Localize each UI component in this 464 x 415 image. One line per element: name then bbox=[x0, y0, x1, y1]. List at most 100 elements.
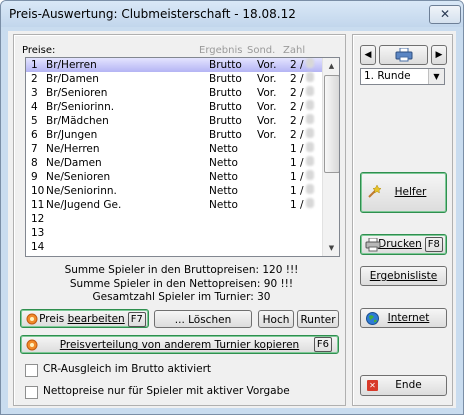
wand-icon bbox=[368, 185, 381, 198]
redacted-value bbox=[306, 156, 314, 166]
list-item-num: 8 bbox=[31, 157, 38, 169]
list-item-count: 1 / bbox=[290, 171, 304, 183]
list-item-name: Br/Seniorinn. bbox=[46, 101, 115, 113]
window-title: Preis-Auswertung: Clubmeisterschaft - 18… bbox=[9, 7, 296, 21]
list-item-result: Netto bbox=[209, 185, 238, 197]
print-button[interactable]: Drucken F8 bbox=[360, 234, 447, 255]
list-item-num: 2 bbox=[31, 73, 38, 85]
prize-icon bbox=[26, 313, 38, 325]
next-round-button[interactable]: ▶ bbox=[431, 45, 447, 65]
edit-prize-label: bearbeiten bbox=[67, 313, 125, 325]
cr-adjustment-label: CR-Ausgleich im Brutto aktiviert bbox=[43, 363, 212, 375]
up-button[interactable]: Hoch bbox=[258, 310, 294, 328]
list-item[interactable]: 9 Ne/Senioren Netto 1 / bbox=[26, 170, 322, 184]
prizes-panel: Preise: Ergebnis Sond. Zahl 1 Br/Herren Br… bbox=[13, 34, 346, 406]
copy-distribution-button[interactable]: Preisverteilung von anderem Turnier kopi… bbox=[20, 335, 339, 354]
internet-label: Internet bbox=[387, 312, 430, 324]
list-item-num: 10 bbox=[31, 185, 45, 197]
prev-round-button[interactable]: ◀ bbox=[360, 45, 376, 65]
redacted-value bbox=[306, 72, 314, 82]
scroll-down-button[interactable]: ▼ bbox=[323, 240, 339, 256]
redacted-value bbox=[306, 100, 314, 110]
list-item-name: Br/Jungen bbox=[46, 129, 98, 141]
redacted-value bbox=[306, 86, 314, 96]
list-scrollbar[interactable]: ▲ ▼ bbox=[322, 58, 339, 256]
chevron-down-icon: ▼ bbox=[428, 69, 444, 84]
list-item-name: Br/Damen bbox=[46, 73, 99, 85]
list-item[interactable]: 14 bbox=[26, 240, 322, 254]
globe-icon bbox=[366, 312, 379, 325]
list-item[interactable]: 4 Br/Seniorinn. Brutto Vor. 2 / bbox=[26, 100, 322, 114]
list-item[interactable]: 1 Br/Herren Brutto Vor. 2 / bbox=[26, 58, 322, 72]
results-list-button[interactable]: Ergebnisliste bbox=[360, 266, 447, 286]
list-item-name: Br/Herren bbox=[46, 59, 97, 71]
list-item[interactable]: 8 Ne/Damen Netto 1 / bbox=[26, 156, 322, 170]
list-item-special: Vor. bbox=[257, 115, 277, 127]
net-only-handicap-checkbox[interactable] bbox=[25, 386, 38, 399]
close-button[interactable]: ✕ bbox=[429, 5, 461, 24]
list-item[interactable]: 13 bbox=[26, 226, 322, 240]
prizes-list[interactable]: 1 Br/Herren Brutto Vor. 2 / 2 Br/Damen Brutto Vo… bbox=[25, 57, 340, 257]
list-item-name: Ne/Jugend Ge. bbox=[46, 199, 122, 211]
edit-prize-prefix: Preis bbox=[39, 313, 68, 325]
helper-button[interactable]: Helfer bbox=[360, 172, 447, 213]
list-item-result: Brutto bbox=[209, 73, 242, 85]
list-item[interactable]: 2 Br/Damen Brutto Vor. 2 / bbox=[26, 72, 322, 86]
down-button[interactable]: Runter bbox=[297, 310, 339, 328]
copy-distribution-label: Preisverteilung von anderem Turnier kopi… bbox=[59, 339, 300, 351]
prizes-label: Preise: bbox=[22, 45, 56, 56]
list-item-result: Netto bbox=[209, 143, 238, 155]
round-select[interactable]: 1. Runde ▼ bbox=[360, 68, 445, 85]
edit-prize-button[interactable]: Preis bearbeiten F7 bbox=[20, 309, 149, 328]
list-item-count: 1 / bbox=[290, 185, 304, 197]
list-item-special: Vor. bbox=[257, 129, 277, 141]
summary-total: Gesamtzahl Spieler im Turnier: 30 bbox=[92, 291, 271, 303]
list-item[interactable]: 7 Ne/Herren Netto 1 / bbox=[26, 142, 322, 156]
list-item-special: Vor. bbox=[257, 87, 277, 99]
scroll-up-button[interactable]: ▲ bbox=[323, 58, 339, 74]
list-item-num: 4 bbox=[31, 101, 38, 113]
list-item-name: Ne/Seniorinn. bbox=[46, 185, 117, 197]
list-item[interactable]: 10 Ne/Seniorinn. Netto 1 / bbox=[26, 184, 322, 198]
preis-auswertung-window: Preis-Auswertung: Clubmeisterschaft - 18… bbox=[0, 0, 464, 415]
list-item-num: 1 bbox=[31, 59, 38, 71]
exit-icon: ✕ bbox=[367, 380, 378, 391]
cr-adjustment-checkbox[interactable] bbox=[25, 364, 38, 377]
list-item[interactable]: 6 Br/Jungen Brutto Vor. 2 / bbox=[26, 128, 322, 142]
prev-arrow-icon: ◀ bbox=[364, 50, 372, 60]
copy-distribution-key: F6 bbox=[313, 337, 332, 352]
list-item[interactable]: 3 Br/Senioren Brutto Vor. 2 / bbox=[26, 86, 322, 100]
list-item-result: Brutto bbox=[209, 129, 242, 141]
list-item-num: 3 bbox=[31, 87, 38, 99]
redacted-value bbox=[306, 128, 314, 138]
list-item[interactable]: 11 Ne/Jugend Ge. Netto 1 / bbox=[26, 198, 322, 212]
list-item[interactable]: 5 Br/Mädchen Brutto Vor. 2 / bbox=[26, 114, 322, 128]
end-label: Ende bbox=[395, 379, 422, 391]
redacted-value bbox=[306, 170, 314, 180]
close-icon: ✕ bbox=[439, 7, 451, 21]
list-item-name: Ne/Herren bbox=[46, 143, 100, 155]
list-item-count: 1 / bbox=[290, 199, 304, 211]
list-item-count: 2 / bbox=[290, 87, 304, 99]
end-button[interactable]: ✕ Ende bbox=[360, 375, 447, 396]
delete-button[interactable]: ... Löschen bbox=[154, 310, 252, 328]
list-item-result: Netto bbox=[209, 199, 238, 211]
list-item-result: Brutto bbox=[209, 87, 242, 99]
scroll-thumb[interactable] bbox=[324, 75, 339, 173]
printer-toggle-button[interactable] bbox=[379, 45, 428, 65]
list-item-name: Ne/Senioren bbox=[46, 171, 111, 183]
list-item-count: 2 / bbox=[290, 73, 304, 85]
client-area: Preise: Ergebnis Sond. Zahl 1 Br/Herren Br… bbox=[8, 31, 456, 408]
list-item-result: Netto bbox=[209, 157, 238, 169]
printer-icon bbox=[365, 238, 381, 252]
summary-netto: Summe Spieler in den Nettopreisen: 90 !!… bbox=[69, 278, 294, 290]
redacted-value bbox=[306, 114, 314, 124]
list-item-name: Br/Mädchen bbox=[46, 115, 109, 127]
scroll-down-icon: ▼ bbox=[328, 244, 335, 252]
list-item-num: 6 bbox=[31, 129, 38, 141]
scroll-up-icon: ▲ bbox=[328, 62, 335, 70]
column-header-special: Sond. bbox=[247, 45, 276, 56]
redacted-value bbox=[306, 184, 314, 194]
internet-button[interactable]: Internet bbox=[360, 308, 447, 328]
list-item[interactable]: 12 bbox=[26, 212, 322, 226]
